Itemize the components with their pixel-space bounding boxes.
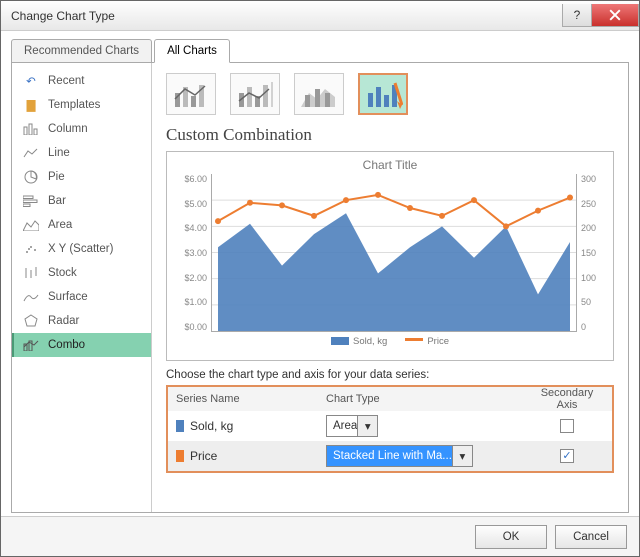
- plot-area: [211, 174, 577, 332]
- legend-label: Sold, kg: [353, 336, 387, 347]
- chart-type-combo[interactable]: Area▾: [326, 415, 378, 437]
- sidebar-item-radar[interactable]: Radar: [12, 309, 151, 333]
- sidebar-item-area[interactable]: Area: [12, 213, 151, 237]
- close-button[interactable]: [591, 4, 639, 27]
- chevron-down-icon: ▾: [452, 446, 472, 466]
- sidebar-item-label: Templates: [48, 99, 100, 111]
- combo-subtype-row: [166, 73, 614, 115]
- y-axis-left: $6.00$5.00$4.00$3.00$2.00$1.00$0.00: [177, 174, 211, 332]
- sidebar-item-scatter[interactable]: X Y (Scatter): [12, 237, 151, 261]
- templates-icon: ▇: [22, 98, 40, 112]
- dialog-footer: OK Cancel: [1, 516, 639, 556]
- line-icon: [22, 146, 40, 160]
- series-name-label: Sold, kg: [190, 419, 233, 433]
- chart-preview[interactable]: Chart Title $6.00$5.00$4.00$3.00$2.00$1.…: [166, 151, 614, 361]
- combo-icon: [22, 338, 40, 352]
- dialog-change-chart-type: Change Chart Type ? Recommended Charts A…: [0, 0, 640, 557]
- chart-type-combo[interactable]: Stacked Line with Ma...▾: [326, 445, 473, 467]
- sidebar-item-label: Area: [48, 219, 72, 231]
- bar-icon: [22, 194, 40, 208]
- surface-icon: [22, 290, 40, 304]
- sidebar-item-label: Column: [48, 123, 88, 135]
- sidebar-item-bar[interactable]: Bar: [12, 189, 151, 213]
- series-swatch-icon: [176, 450, 184, 462]
- sidebar-item-label: Recent: [48, 75, 84, 87]
- sidebar-item-label: Stock: [48, 267, 77, 279]
- sidebar-item-column[interactable]: Column: [12, 117, 151, 141]
- col-chart-type: Chart Type: [318, 393, 522, 405]
- sidebar-item-label: Combo: [48, 339, 85, 351]
- subtype-clustered-column-line-secondary[interactable]: [230, 73, 280, 115]
- recent-icon: ↶: [22, 74, 40, 88]
- stock-icon: [22, 266, 40, 280]
- chart-title: Chart Title: [177, 158, 603, 172]
- sidebar-item-label: Surface: [48, 291, 88, 303]
- subtype-custom-combination[interactable]: [358, 73, 408, 115]
- tabstrip: Recommended Charts All Charts: [11, 39, 629, 63]
- column-icon: [22, 122, 40, 136]
- sidebar-item-pie[interactable]: Pie: [12, 165, 151, 189]
- subtype-stacked-area-column[interactable]: [294, 73, 344, 115]
- chart-category-list: ↶ Recent ▇ Templates Column Line Pie Bar A…: [12, 63, 152, 512]
- table-row: Price Stacked Line with Ma...▾: [168, 441, 612, 471]
- legend-swatch-icon: [331, 337, 349, 345]
- scatter-icon: [22, 242, 40, 256]
- sidebar-item-combo[interactable]: Combo: [12, 333, 151, 357]
- sidebar-item-label: Bar: [48, 195, 66, 207]
- area-icon: [22, 218, 40, 232]
- sidebar-item-label: Pie: [48, 171, 65, 183]
- pie-icon: [22, 170, 40, 184]
- window-title: Change Chart Type: [11, 9, 563, 23]
- tab-all-charts[interactable]: All Charts: [154, 39, 230, 63]
- series-config-table: Series Name Chart Type Secondary Axis So…: [166, 385, 614, 473]
- sidebar-item-recent[interactable]: ↶ Recent: [12, 69, 151, 93]
- series-name-label: Price: [190, 449, 217, 463]
- col-series-name: Series Name: [168, 393, 318, 405]
- titlebar: Change Chart Type ?: [1, 1, 639, 31]
- table-row: Sold, kg Area▾: [168, 411, 612, 441]
- sidebar-item-templates[interactable]: ▇ Templates: [12, 93, 151, 117]
- radar-icon: [22, 314, 40, 328]
- y-axis-right: 300250200150100500: [577, 174, 603, 332]
- sidebar-item-stock[interactable]: Stock: [12, 261, 151, 285]
- col-secondary-axis: Secondary Axis: [522, 387, 612, 411]
- secondary-axis-checkbox[interactable]: [560, 419, 574, 433]
- sidebar-item-label: X Y (Scatter): [48, 243, 113, 255]
- subtype-title: Custom Combination: [166, 125, 614, 145]
- ok-button[interactable]: OK: [475, 525, 547, 549]
- chevron-down-icon: ▾: [357, 416, 377, 436]
- subtype-clustered-column-line[interactable]: [166, 73, 216, 115]
- sidebar-item-surface[interactable]: Surface: [12, 285, 151, 309]
- sidebar-item-label: Radar: [48, 315, 79, 327]
- sidebar-item-label: Line: [48, 147, 70, 159]
- tab-recommended[interactable]: Recommended Charts: [11, 39, 152, 63]
- cancel-button[interactable]: Cancel: [555, 525, 627, 549]
- legend-swatch-icon: [405, 338, 423, 341]
- series-swatch-icon: [176, 420, 184, 432]
- secondary-axis-checkbox[interactable]: [560, 449, 574, 463]
- sidebar-item-line[interactable]: Line: [12, 141, 151, 165]
- legend-label: Price: [427, 336, 449, 347]
- help-button[interactable]: ?: [562, 4, 592, 27]
- choose-label: Choose the chart type and axis for your …: [166, 369, 614, 381]
- chart-legend: Sold, kg Price: [177, 336, 603, 347]
